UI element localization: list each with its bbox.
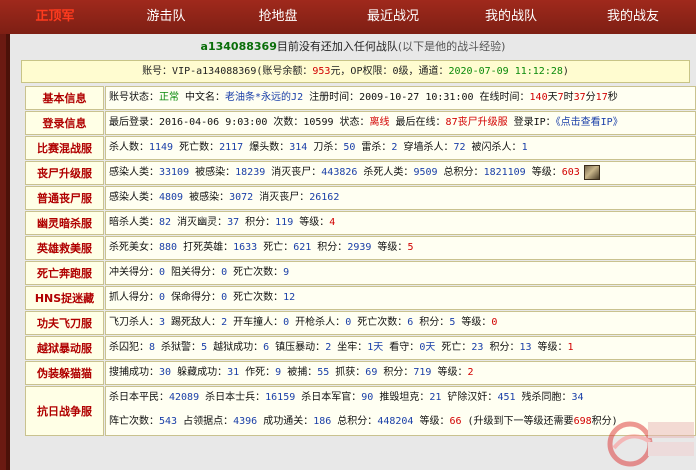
last-server: 87丧尸升级服 bbox=[445, 117, 508, 128]
view-ip-link[interactable]: 《点击查看IP》 bbox=[556, 117, 623, 128]
row-label: 幽灵暗杀服 bbox=[25, 211, 104, 235]
top-nav: 正顶军 游击队 抢地盘 最近战况 我的战队 我的战友 bbox=[0, 0, 696, 34]
row-content: 抓人得分：0 保命得分：0 死亡次数：12 bbox=[105, 286, 696, 310]
row-label: 抗日战争服 bbox=[25, 386, 104, 436]
row-death-run: 死亡奔跑服 冲关得分：0 阻关得分：0 死亡次数：9 bbox=[25, 261, 696, 285]
row-label: 功夫飞刀服 bbox=[25, 311, 104, 335]
row-label: 普通丧尸服 bbox=[25, 186, 104, 210]
row-content: 杀囚犯：8 杀狱警：5 越狱成功：6 镇压暴动：2 坐牢：1天 看守：0天 死亡… bbox=[105, 336, 696, 360]
watermark-logo-icon bbox=[607, 421, 694, 467]
stats-table: 基本信息 账号状态：正常 中文名：老油条*永远的J2 注册时间：2009-10-… bbox=[25, 86, 696, 437]
row-content: 账号状态：正常 中文名：老油条*永远的J2 注册时间：2009-10-27 10… bbox=[105, 86, 696, 110]
account-mid: 元，OP权限：0级，通道： bbox=[330, 66, 449, 77]
row-kungfu: 功夫飞刀服 飞刀杀人：3 踢死敌人：2 开车撞人：0 开枪杀人：0 死亡次数：6… bbox=[25, 311, 696, 335]
notice-grey-text: (以下是他的战斗经验) bbox=[397, 40, 506, 53]
row-label: 丧尸升级服 bbox=[25, 161, 104, 185]
online-state: 离线 bbox=[369, 117, 390, 128]
nav-my-team[interactable]: 我的战队 bbox=[452, 0, 570, 34]
row-content: 杀死美女：880 打死英雄：1633 死亡：621 积分：2939 等级：5 bbox=[105, 236, 696, 260]
rank-avatar-icon bbox=[583, 164, 600, 180]
row-hns: HNS捉迷藏 抓人得分：0 保命得分：0 死亡次数：12 bbox=[25, 286, 696, 310]
account-date: 2020-07-09 11:12:28 bbox=[448, 66, 563, 77]
row-label: HNS捉迷藏 bbox=[25, 286, 104, 310]
nav-my-friends[interactable]: 我的战友 bbox=[570, 0, 696, 34]
row-jailbreak: 越狱暴动服 杀囚犯：8 杀狱警：5 越狱成功：6 镇压暴动：2 坐牢：1天 看守… bbox=[25, 336, 696, 360]
row-content: 感染人类：4809 被感染：3072 消灭丧尸：26162 bbox=[105, 186, 696, 210]
row-label: 登录信息 bbox=[25, 111, 104, 135]
row-content: 杀人数：1149 死亡数：2117 爆头数：314 刀杀：50 雷杀：2 穿墙杀… bbox=[105, 136, 696, 160]
notice-username[interactable]: a134088369 bbox=[201, 40, 277, 53]
account-bar: 账号：VIP-a134088369(账号余额：953元，OP权限：0级，通道：2… bbox=[21, 60, 690, 83]
chinese-name: 老油条*永远的J2 bbox=[225, 92, 304, 103]
row-label: 英雄救美服 bbox=[25, 236, 104, 260]
row-label: 伪装躲猫猫 bbox=[25, 361, 104, 385]
row-war: 抗日战争服 杀日本平民：42089 杀日本士兵：16159 杀日本军官：90 推… bbox=[25, 386, 696, 436]
account-prefix: 账号：VIP-a134088369(账号余额： bbox=[142, 66, 313, 77]
team-notice: a134088369目前没有还加入任何战队(以下是他的战斗经验) bbox=[10, 38, 696, 56]
row-ghost: 幽灵暗杀服 暗杀人类：82 消灭幽灵：37 积分：119 等级：4 bbox=[25, 211, 696, 235]
account-suffix: ) bbox=[562, 66, 569, 77]
row-content: 飞刀杀人：3 踢死敌人：2 开车撞人：0 开枪杀人：0 死亡次数：6 积分：5 … bbox=[105, 311, 696, 335]
nav-guerrilla[interactable]: 游击队 bbox=[110, 0, 222, 34]
row-content: 最后登录：2016-04-06 9:03:00 次数：10599 状态：离线 最… bbox=[105, 111, 696, 135]
row-zombie-upgrade: 丧尸升级服 感染人类：33109 被感染：18239 消灭丧尸：443826 杀… bbox=[25, 161, 696, 185]
row-disguise: 伪装躲猫猫 搜捕成功：30 躲藏成功：31 作死：9 被捕：55 抓获：69 积… bbox=[25, 361, 696, 385]
row-content: 冲关得分：0 阻关得分：0 死亡次数：9 bbox=[105, 261, 696, 285]
row-basic-info: 基本信息 账号状态：正常 中文名：老油条*永远的J2 注册时间：2009-10-… bbox=[25, 86, 696, 110]
row-zombie-normal: 普通丧尸服 感染人类：4809 被感染：3072 消灭丧尸：26162 bbox=[25, 186, 696, 210]
row-content: 感染人类：33109 被感染：18239 消灭丧尸：443826 杀死人类：95… bbox=[105, 161, 696, 185]
row-label: 越狱暴动服 bbox=[25, 336, 104, 360]
row-label: 死亡奔跑服 bbox=[25, 261, 104, 285]
account-status: 正常 bbox=[159, 92, 179, 103]
row-content: 搜捕成功：30 躲藏成功：31 作死：9 被捕：55 抓获：69 积分：719 … bbox=[105, 361, 696, 385]
row-hero: 英雄救美服 杀死美女：880 打死英雄：1633 死亡：621 积分：2939 … bbox=[25, 236, 696, 260]
row-label: 基本信息 bbox=[25, 86, 104, 110]
notice-text: 目前没有还加入任何战队 bbox=[276, 40, 398, 53]
brand-logo[interactable]: 正顶军 bbox=[0, 0, 110, 34]
row-mix-server: 比赛混战服 杀人数：1149 死亡数：2117 爆头数：314 刀杀：50 雷杀… bbox=[25, 136, 696, 160]
nav-recent-battles[interactable]: 最近战况 bbox=[334, 0, 452, 34]
account-balance: 953 bbox=[312, 66, 331, 77]
row-content: 暗杀人类：82 消灭幽灵：37 积分：119 等级：4 bbox=[105, 211, 696, 235]
nav-territory[interactable]: 抢地盘 bbox=[222, 0, 334, 34]
row-label: 比赛混战服 bbox=[25, 136, 104, 160]
row-login-info: 登录信息 最后登录：2016-04-06 9:03:00 次数：10599 状态… bbox=[25, 111, 696, 135]
